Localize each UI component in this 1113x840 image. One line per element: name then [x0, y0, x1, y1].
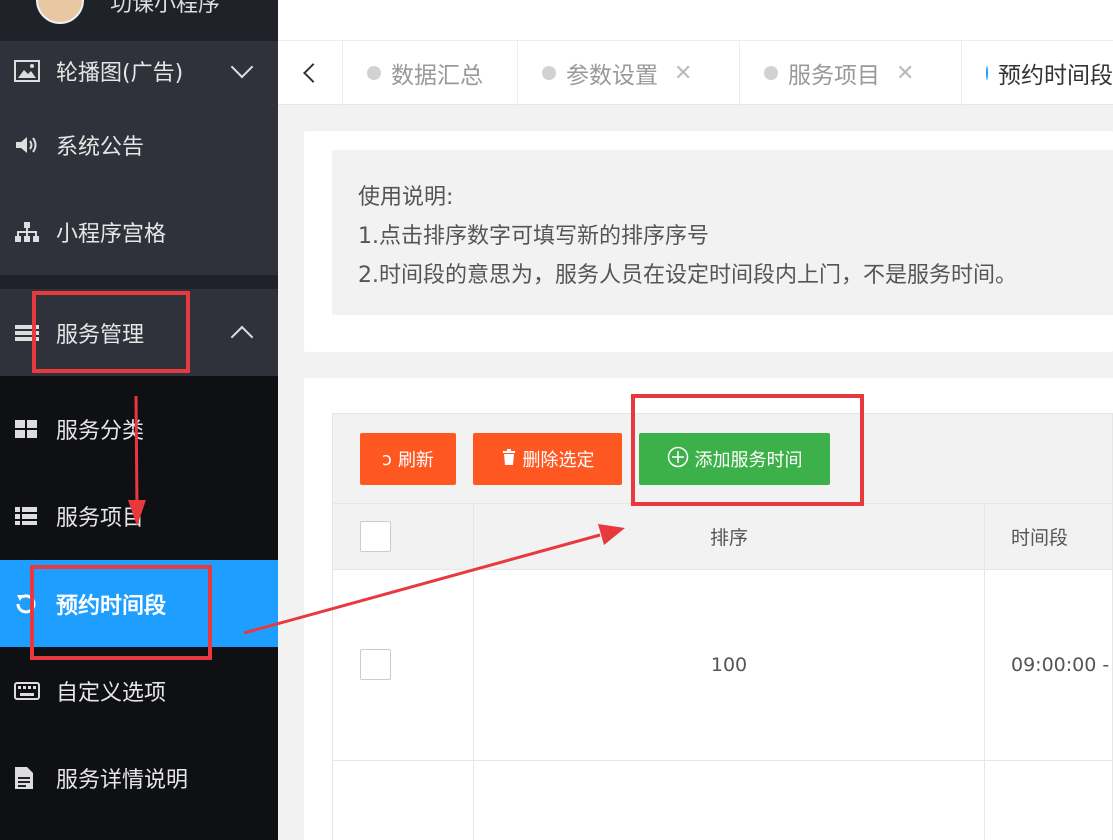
annotation-arrows: [128, 395, 625, 635]
